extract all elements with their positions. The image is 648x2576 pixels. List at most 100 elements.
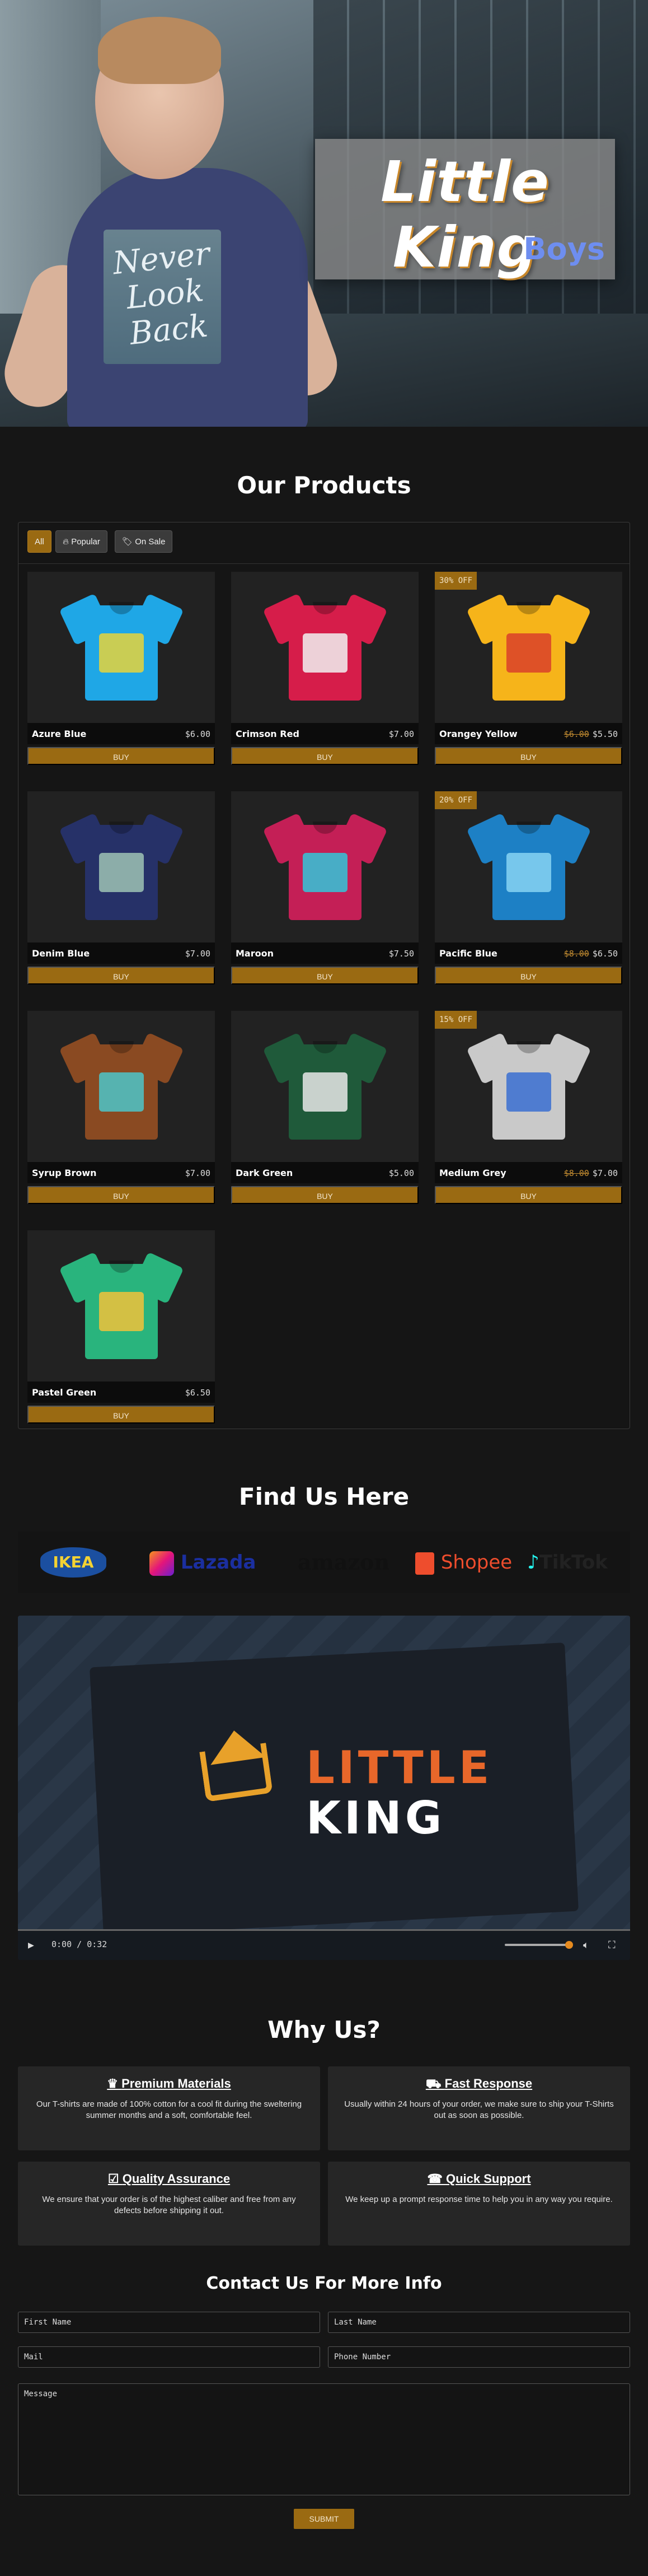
buy-button[interactable]: BUY xyxy=(435,1186,622,1204)
buy-button[interactable]: BUY xyxy=(435,967,622,984)
product-card: 15% OFF Medium Grey $8.00 $7.00 BUY xyxy=(435,1011,622,1207)
product-image[interactable]: 30% OFF xyxy=(435,572,622,723)
hero-subtitle: Boys xyxy=(523,231,605,267)
shopee-logo[interactable]: Shopee xyxy=(415,1547,512,1578)
first-name-field[interactable] xyxy=(18,2312,320,2333)
tshirt-icon xyxy=(262,813,388,920)
product-card: Syrup Brown $7.00 BUY xyxy=(27,1011,215,1207)
product-card: 20% OFF Pacific Blue $8.00 $6.50 BUY xyxy=(435,791,622,987)
why-card-heading-text: Premium Materials xyxy=(121,2076,231,2090)
discount-badge: 30% OFF xyxy=(435,572,477,590)
product-old-price: $6.00 xyxy=(564,729,589,739)
why-card-text: We keep up a prompt response time to hel… xyxy=(345,2195,613,2204)
why-card-text: We ensure that your order is of the high… xyxy=(42,2195,296,2215)
product-price: $6.00 xyxy=(185,729,210,739)
promo-video-player[interactable]: LITTLE KING ▶ 0:00 / 0:32 🔈︎ ⛶ xyxy=(18,1616,630,1960)
buy-button[interactable]: BUY xyxy=(435,747,622,765)
product-price: $7.50 xyxy=(388,949,414,959)
shopee-bag-icon xyxy=(415,1552,434,1575)
why-card-support: ☎ Quick Support We keep up a prompt resp… xyxy=(328,2162,630,2246)
product-info: Denim Blue $7.00 xyxy=(27,942,215,964)
product-image[interactable] xyxy=(231,1011,419,1162)
tshirt-icon xyxy=(59,593,184,701)
product-card: Azure Blue $6.00 BUY xyxy=(27,572,215,768)
product-price: $6.50 xyxy=(185,1388,210,1398)
shopee-logo-text: Shopee xyxy=(440,1551,513,1574)
product-name: Orangey Yellow xyxy=(439,729,518,739)
product-info: Crimson Red $7.00 xyxy=(231,723,419,744)
tshirt-icon xyxy=(59,1252,184,1359)
buy-button[interactable]: BUY xyxy=(231,967,419,984)
why-card-text: Our T-shirts are made of 100% cotton for… xyxy=(36,2099,302,2120)
hero-title-panel: Little King Boys xyxy=(315,139,615,280)
buy-button[interactable]: BUY xyxy=(27,747,215,765)
product-info: Maroon $7.50 xyxy=(231,942,419,964)
tshirt-icon xyxy=(59,813,184,920)
product-price-group: $8.00 $7.00 xyxy=(564,1168,618,1178)
product-image[interactable] xyxy=(231,572,419,723)
product-price-group: $7.50 xyxy=(389,949,414,959)
why-us-title: Why Us? xyxy=(267,2016,381,2043)
fullscreen-icon[interactable]: ⛶ xyxy=(608,1939,616,1951)
truck-icon: ⛟ xyxy=(425,2076,445,2090)
buy-button[interactable]: BUY xyxy=(27,1406,215,1424)
product-image[interactable] xyxy=(27,791,215,942)
phone-number-field[interactable] xyxy=(328,2346,630,2368)
discount-badge: 15% OFF xyxy=(435,1011,477,1029)
buy-button[interactable]: BUY xyxy=(27,1186,215,1204)
tag-icon: 🏷︎ xyxy=(122,537,135,547)
filter-popular-label: Popular xyxy=(71,537,100,547)
volume-slider[interactable] xyxy=(505,1941,573,1949)
product-info: Orangey Yellow $6.00 $5.50 xyxy=(435,723,622,744)
product-price-group: $6.00 xyxy=(185,729,210,739)
last-name-field[interactable] xyxy=(328,2312,630,2333)
product-card: Dark Green $5.00 BUY xyxy=(231,1011,419,1207)
volume-slider-knob[interactable] xyxy=(565,1941,573,1949)
product-image[interactable] xyxy=(231,791,419,942)
tiktok-logo-text: TikTok xyxy=(539,1551,608,1574)
product-name: Medium Grey xyxy=(439,1168,506,1178)
video-controls: ▶ 0:00 / 0:32 🔈︎ ⛶ xyxy=(18,1929,630,1960)
filter-popular-button[interactable]: 🔥︎ Popular xyxy=(55,530,107,553)
mail-field[interactable] xyxy=(18,2346,320,2368)
filter-on-sale-button[interactable]: 🏷︎ On Sale xyxy=(115,530,173,553)
clipboard-check-icon: ☑ xyxy=(107,2172,123,2186)
play-icon[interactable]: ▶ xyxy=(28,1939,34,1951)
product-name: Pacific Blue xyxy=(439,948,497,959)
buy-button[interactable]: BUY xyxy=(231,1186,419,1204)
product-info: Dark Green $5.00 xyxy=(231,1162,419,1183)
headset-icon: ☎ xyxy=(427,2172,446,2186)
product-card: 30% OFF Orangey Yellow $6.00 $5.50 BUY xyxy=(435,572,622,768)
product-image[interactable]: 15% OFF xyxy=(435,1011,622,1162)
buy-button[interactable]: BUY xyxy=(231,747,419,765)
filter-all-button[interactable]: All xyxy=(27,530,51,553)
tshirt-icon xyxy=(262,1032,388,1140)
product-name: Dark Green xyxy=(236,1168,293,1178)
product-card: Crimson Red $7.00 BUY xyxy=(231,572,419,768)
fire-icon: 🔥︎ xyxy=(63,537,72,547)
product-old-price: $8.00 xyxy=(564,1168,589,1178)
tiktok-note-icon: ♪ xyxy=(527,1551,539,1574)
product-price: $7.00 xyxy=(185,1168,210,1178)
product-price: $7.00 xyxy=(592,1168,618,1178)
volume-icon[interactable]: 🔈︎ xyxy=(583,1939,589,1951)
video-progress-bar[interactable] xyxy=(18,1929,630,1931)
ikea-logo[interactable]: IKEA xyxy=(40,1547,106,1578)
product-image[interactable]: 20% OFF xyxy=(435,791,622,942)
product-image[interactable] xyxy=(27,572,215,723)
message-field[interactable] xyxy=(18,2383,630,2495)
store-logos-strip: IKEA Lazada amazon Shopee ♪TikTok xyxy=(18,1532,630,1593)
find-us-title: Find Us Here xyxy=(238,1483,410,1510)
amazon-logo[interactable]: amazon xyxy=(298,1547,389,1578)
why-card-quality: ☑ Quality Assurance We ensure that your … xyxy=(18,2162,320,2246)
lazada-logo[interactable]: Lazada xyxy=(149,1547,256,1578)
video-time: 0:00 / 0:32 xyxy=(51,1939,107,1949)
product-image[interactable] xyxy=(27,1011,215,1162)
product-price-group: $7.00 xyxy=(389,729,414,739)
product-image[interactable] xyxy=(27,1230,215,1382)
buy-button[interactable]: BUY xyxy=(27,967,215,984)
submit-button[interactable]: SUBMIT xyxy=(294,2509,354,2529)
lazada-heart-icon xyxy=(149,1551,174,1576)
tiktok-logo[interactable]: ♪TikTok xyxy=(527,1547,628,1578)
tshirt-icon xyxy=(59,1032,184,1140)
